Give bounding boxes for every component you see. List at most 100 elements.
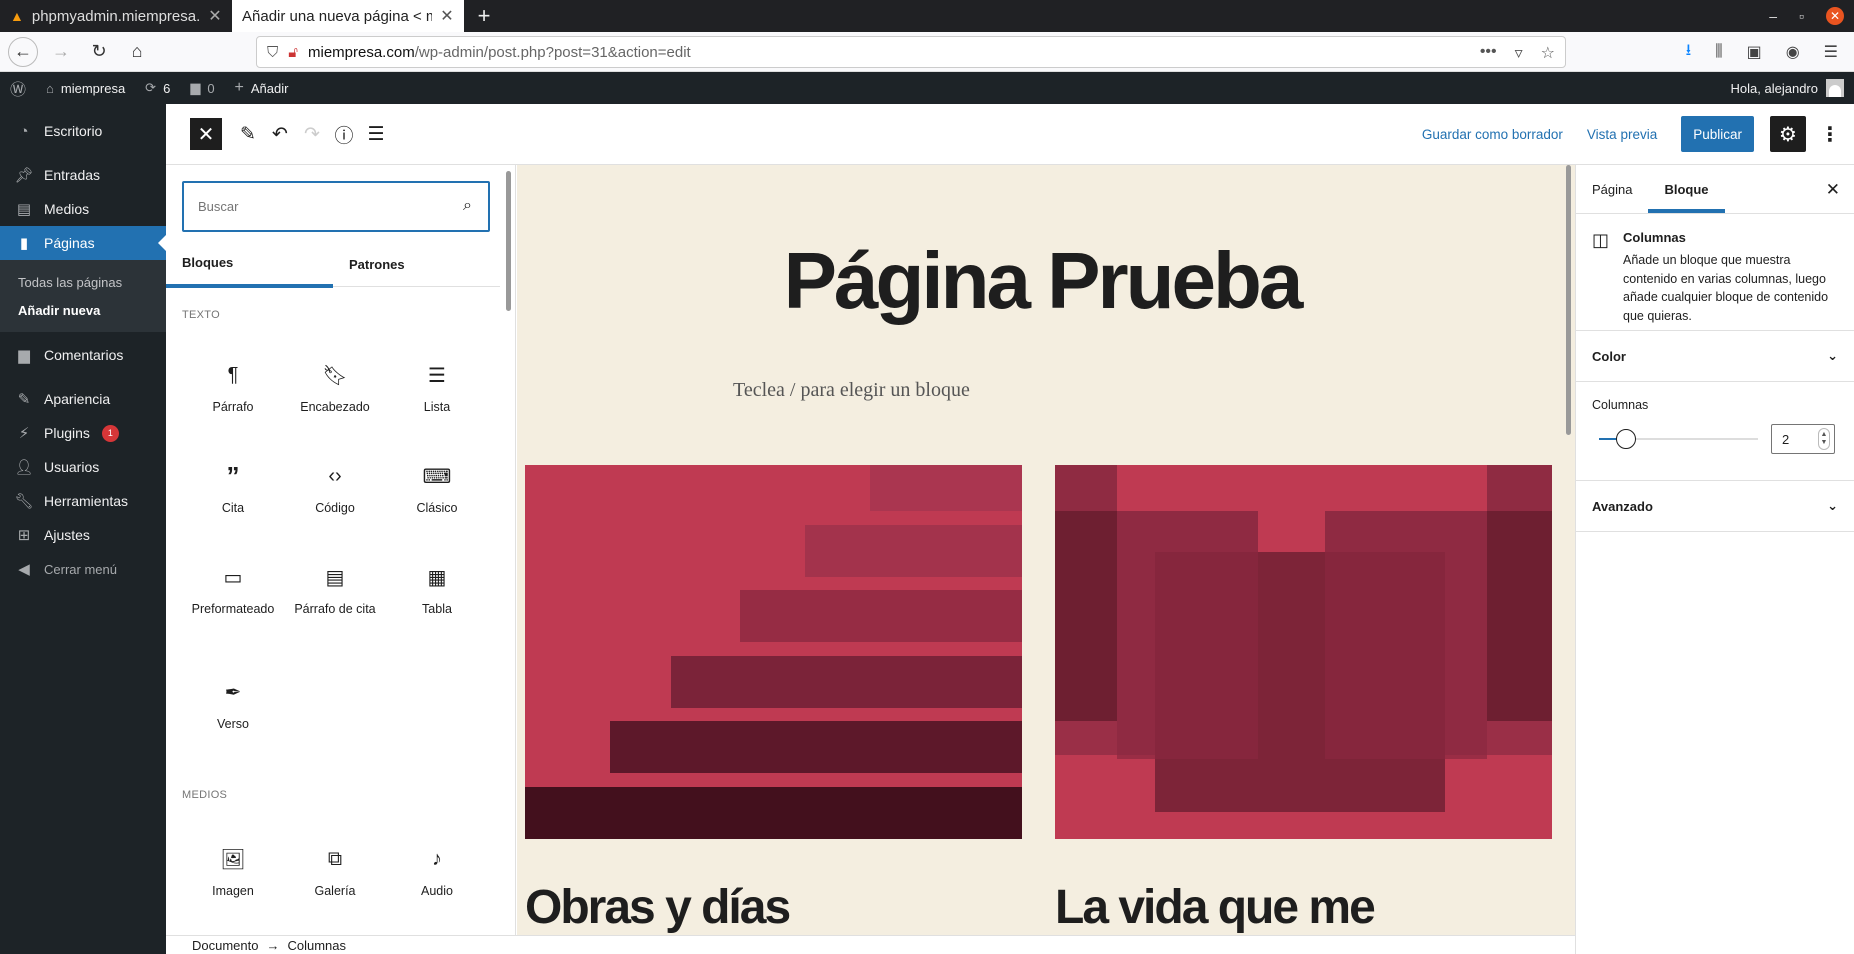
- menu-item-entradas[interactable]: 📌︎ Entradas: [0, 158, 166, 192]
- back-button[interactable]: ←: [8, 36, 38, 67]
- breadcrumb-document[interactable]: Documento: [192, 938, 258, 953]
- preview-button[interactable]: Vista previa: [1587, 127, 1657, 142]
- column-1-heading[interactable]: Obras y días: [525, 880, 791, 935]
- pocket-icon[interactable]: ▿: [1515, 43, 1523, 63]
- submenu-add-new[interactable]: Añadir nueva: [0, 296, 166, 324]
- menu-item-escritorio[interactable]: ◔ Escritorio: [0, 114, 166, 148]
- block-search-input[interactable]: [198, 199, 428, 214]
- browser-nav-bar: ← → ↻ ⌂ ⛉ 🔓︎ miempresa.com/wp-admin/post…: [0, 32, 1854, 72]
- publish-button[interactable]: Publicar: [1681, 116, 1754, 152]
- save-draft-button[interactable]: Guardar como borrador: [1422, 127, 1563, 142]
- slider-thumb[interactable]: [1616, 429, 1637, 449]
- block-paragraph[interactable]: ¶ Párrafo: [182, 360, 284, 415]
- library-icon[interactable]: ⫼: [1715, 43, 1722, 61]
- menu-item-ajustes[interactable]: ⊞ Ajustes: [0, 518, 166, 552]
- menu-item-apariencia[interactable]: ✎ Apariencia: [0, 382, 166, 416]
- settings-gear-icon[interactable]: ⚙: [1770, 116, 1806, 152]
- comments-link[interactable]: ▆ 0: [180, 72, 224, 104]
- block-preformatted[interactable]: ▭ Preformateado: [182, 562, 284, 617]
- new-content-label: Añadir: [250, 80, 289, 96]
- canvas-scrollbar[interactable]: [1566, 165, 1571, 435]
- columns-slider[interactable]: [1599, 429, 1758, 449]
- my-account-link[interactable]: Hola, alejandro: [1731, 72, 1844, 104]
- minimize-icon[interactable]: –: [1769, 8, 1777, 24]
- page-title[interactable]: Página Prueba: [517, 235, 1567, 327]
- downloads-icon[interactable]: ⭳: [1686, 39, 1692, 66]
- block-label: Audio: [421, 884, 453, 898]
- block-placeholder[interactable]: Teclea / para elegir un bloque: [733, 379, 970, 402]
- columns-icon: ◫: [1592, 230, 1610, 250]
- site-name-link[interactable]: ⌂ miempresa: [36, 72, 135, 104]
- bookmark-star-icon[interactable]: ☆: [1541, 43, 1555, 63]
- block-quote[interactable]: ” Cita: [182, 461, 284, 516]
- block-search[interactable]: ⌕: [182, 181, 490, 232]
- block-label: Galería: [314, 884, 356, 898]
- column-1-image[interactable]: [525, 465, 1022, 839]
- close-tab-icon[interactable]: ✕: [440, 6, 454, 26]
- table-icon: ▦: [427, 566, 447, 589]
- columns-number-input[interactable]: 2 ▲ ▼: [1771, 424, 1835, 454]
- abstract-blocks-illustration: [1055, 465, 1552, 839]
- shield-icon: ⛉: [267, 43, 279, 61]
- reload-button[interactable]: ↻: [84, 37, 114, 67]
- block-code[interactable]: ‹› Código: [284, 461, 386, 516]
- new-tab-button[interactable]: +: [464, 0, 504, 32]
- block-card-title: Columnas: [1623, 230, 1686, 245]
- info-icon[interactable]: ⓘ: [328, 118, 360, 150]
- forward-button[interactable]: →: [46, 37, 76, 67]
- menu-item-usuarios[interactable]: 👤︎ Usuarios: [0, 450, 166, 484]
- new-content-link[interactable]: + Añadir: [225, 72, 299, 104]
- block-verse[interactable]: ✒ Verso: [182, 677, 284, 732]
- submenu-all-pages[interactable]: Todas las páginas: [0, 268, 166, 296]
- close-sidebar-icon[interactable]: ✕: [1826, 180, 1840, 200]
- block-pullquote[interactable]: ▤ Párrafo de cita: [284, 562, 386, 617]
- block-card: ◫ Columnas Añade un bloque que muestra c…: [1576, 214, 1854, 331]
- search-icon: ⌕: [463, 197, 472, 214]
- window-close-button[interactable]: ✕: [1826, 7, 1844, 25]
- browser-tab-active[interactable]: Añadir una nueva página < miempresa ✕: [232, 0, 464, 32]
- tab-bloque[interactable]: Bloque: [1648, 165, 1725, 213]
- home-button[interactable]: ⌂: [122, 37, 152, 67]
- redo-icon[interactable]: ↷: [296, 118, 328, 150]
- menu-item-plugins[interactable]: ⚡︎ Plugins 1: [0, 416, 166, 450]
- tab-bloques[interactable]: Bloques: [166, 241, 333, 288]
- inserter-scrollbar[interactable]: [506, 171, 511, 311]
- browser-tab-phpmyadmin[interactable]: ▲ phpmyadmin.miempresa.com ✕: [0, 0, 232, 32]
- page-actions-icon[interactable]: •••: [1480, 43, 1497, 63]
- restore-icon[interactable]: ▫: [1799, 8, 1804, 24]
- block-label: Párrafo: [212, 400, 254, 414]
- block-audio[interactable]: ♪ Audio: [386, 844, 488, 899]
- menu-hamburger-icon[interactable]: ☰: [1824, 42, 1838, 62]
- list-view-icon[interactable]: ☰: [360, 118, 392, 150]
- menu-item-herramientas[interactable]: 🔧︎ Herramientas: [0, 484, 166, 518]
- column-2-heading[interactable]: La vida que me: [1055, 880, 1376, 935]
- undo-icon[interactable]: ↶: [264, 118, 296, 150]
- breadcrumb-columns[interactable]: Columnas: [287, 938, 346, 953]
- block-gallery[interactable]: ⧉ Galería: [284, 844, 386, 899]
- account-icon[interactable]: ◉: [1786, 42, 1800, 62]
- block-image[interactable]: 🖼︎ Imagen: [182, 844, 284, 899]
- editor-header: ✕ ✎ ↶ ↷ ⓘ ☰ Guardar como borrador Vista …: [166, 104, 1854, 165]
- block-heading[interactable]: 🔖︎ Encabezado: [284, 360, 386, 415]
- block-table[interactable]: ▦ Tabla: [386, 562, 488, 617]
- url-bar[interactable]: ⛉ 🔓︎ miempresa.com/wp-admin/post.php?pos…: [256, 36, 1566, 68]
- tab-patrones[interactable]: Patrones: [333, 241, 500, 287]
- menu-item-medios[interactable]: ▤ Medios: [0, 192, 166, 226]
- tools-edit-icon[interactable]: ✎: [232, 118, 264, 150]
- menu-item-comentarios[interactable]: ▆ Comentarios: [0, 338, 166, 372]
- spinner-icon[interactable]: ▲ ▼: [1818, 428, 1830, 450]
- sidebar-toggle-icon[interactable]: ▣: [1747, 42, 1762, 62]
- close-tab-icon[interactable]: ✕: [208, 6, 222, 26]
- column-2-image[interactable]: [1055, 465, 1552, 839]
- close-inserter-button[interactable]: ✕: [190, 118, 222, 150]
- advanced-panel-toggle[interactable]: Avanzado ⌄: [1576, 481, 1854, 532]
- wp-logo-button[interactable]: Ⓦ: [0, 72, 36, 104]
- tab-pagina[interactable]: Página: [1576, 165, 1648, 213]
- updates-link[interactable]: ⟳ 6: [135, 72, 180, 104]
- color-panel-toggle[interactable]: Color ⌄: [1576, 331, 1854, 382]
- block-classic[interactable]: ⌨ Clásico: [386, 461, 488, 516]
- more-options-icon[interactable]: ⋮: [1818, 122, 1842, 147]
- block-list[interactable]: ☰ Lista: [386, 360, 488, 415]
- menu-item-paginas[interactable]: ▮ Páginas: [0, 226, 166, 260]
- collapse-menu-button[interactable]: ◀ Cerrar menú: [0, 552, 166, 586]
